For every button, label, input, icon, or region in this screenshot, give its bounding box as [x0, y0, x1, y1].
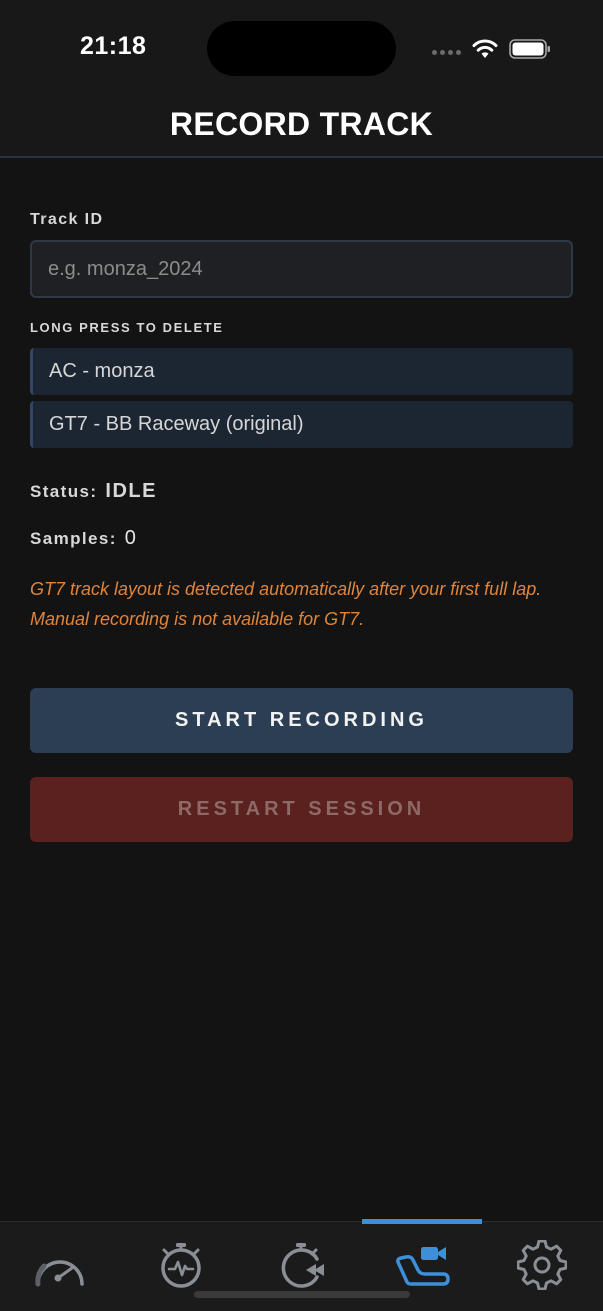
- start-recording-button[interactable]: START RECORDING: [30, 688, 573, 753]
- gt7-notice-line-1: GT7 track layout is detected automatical…: [30, 579, 542, 599]
- status-row: Status: IDLE: [30, 480, 157, 503]
- replay-timer-icon: [281, 1243, 324, 1288]
- track-id-input[interactable]: [30, 240, 573, 298]
- stopwatch-pulse-icon: [161, 1243, 201, 1288]
- samples-label: Samples:: [30, 529, 117, 548]
- gear-icon: [517, 1240, 567, 1290]
- wifi-icon: [472, 39, 498, 58]
- home-indicator: [194, 1291, 410, 1298]
- status-label: Status:: [30, 482, 98, 501]
- status-bar: 21:18: [0, 0, 603, 96]
- track-item-ac-monza[interactable]: AC - monza: [30, 348, 573, 395]
- status-value: IDLE: [105, 480, 157, 502]
- active-tab-indicator: [362, 1219, 482, 1224]
- tracks-hint: LONG PRESS TO DELETE: [30, 320, 224, 335]
- record-track-screen: 21:18 RECORD TRACK Track ID LONG PRESS T…: [0, 0, 603, 1311]
- dynamic-island: [207, 21, 396, 76]
- page-title: RECORD TRACK: [169, 106, 434, 142]
- samples-row: Samples: 0: [30, 527, 136, 550]
- gt7-notice: GT7 track layout is detected automatical…: [30, 574, 575, 634]
- tab-dashboard[interactable]: [0, 1222, 120, 1311]
- track-item-gt7-bb-raceway[interactable]: GT7 - BB Raceway (original): [30, 401, 573, 448]
- page-header: RECORD TRACK: [0, 96, 603, 158]
- cellular-signal-icon: [432, 50, 461, 55]
- tab-settings[interactable]: [482, 1222, 602, 1311]
- battery-icon: [509, 39, 550, 59]
- track-camera-icon: [396, 1247, 450, 1286]
- track-id-label: Track ID: [30, 211, 104, 228]
- speedometer-icon: [35, 1260, 84, 1287]
- status-time: 21:18: [80, 32, 147, 60]
- gt7-notice-line-2: Manual recording is not available for GT…: [30, 609, 365, 629]
- restart-session-button[interactable]: RESTART SESSION: [30, 777, 573, 842]
- samples-value: 0: [124, 527, 136, 549]
